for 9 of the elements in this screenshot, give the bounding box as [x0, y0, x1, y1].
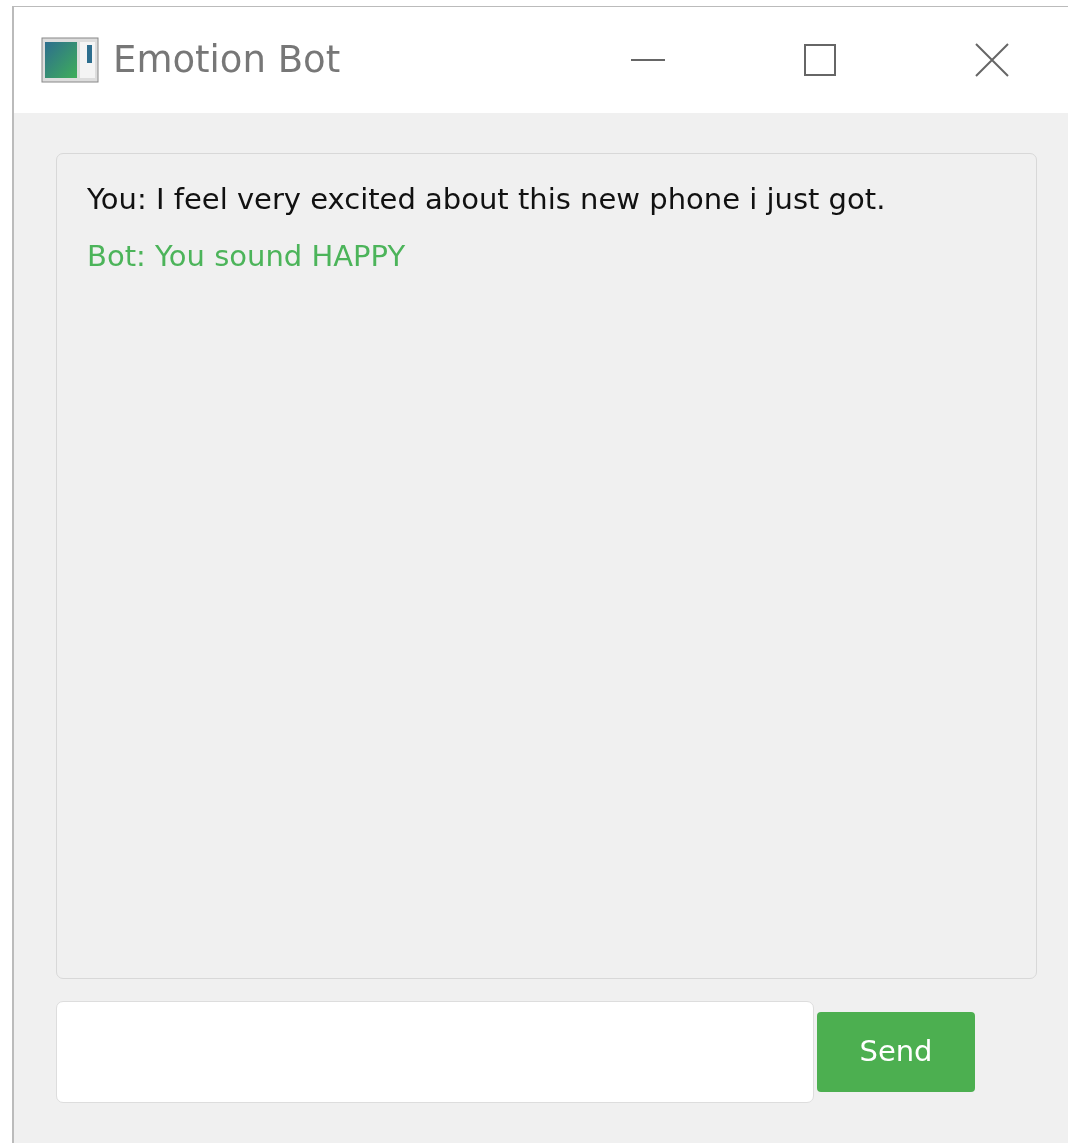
- send-button[interactable]: Send: [817, 1012, 975, 1092]
- app-icon: [41, 37, 99, 83]
- bot-message: Bot: You sound HAPPY: [87, 238, 406, 274]
- message-input[interactable]: [56, 1001, 814, 1103]
- maximize-icon: [804, 44, 836, 76]
- user-message: You: I feel very excited about this new phone i just got.: [87, 182, 886, 217]
- minimize-icon: [631, 59, 665, 61]
- close-icon: [975, 43, 1009, 77]
- window-title: Emotion Bot: [113, 37, 341, 84]
